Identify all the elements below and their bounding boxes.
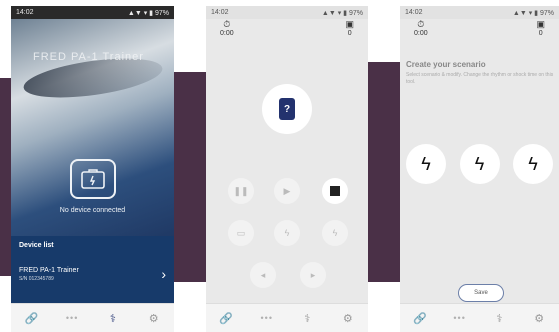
rhythm-button[interactable]: ϟ [322,220,348,246]
counter-value: 0 [538,30,543,37]
pad-button[interactable]: ▭ [228,220,254,246]
settings-icon[interactable]: ⚙ [145,310,163,326]
play-button[interactable]: ▶ [274,178,300,204]
status-time: 14:02 [405,9,423,16]
aed-unit-icon: ? [279,98,295,120]
timer: ⏱ 0:00 [220,19,234,51]
shock-counter: ▣ 0 [536,19,545,51]
shock-button[interactable]: ϟ [459,144,500,184]
status-icons: ▲▼ ▾ ▮ 97% [512,9,554,17]
timer-value: 0:00 [414,30,428,37]
status-bar: 14:02 ▲▼ ▾ ▮ 97% [11,6,174,19]
shock-button[interactable]: ϟ [406,144,446,184]
timer: ⏱ 0:00 [414,19,428,51]
shock-row: ϟ ϟ ϟ [406,144,553,184]
top-bar: ⏱ 0:00 ▣ 0 [400,19,559,51]
more-dots-icon[interactable]: ••• [63,310,81,326]
bottom-nav: 🔗 ••• ⚕ ⚙ [400,303,559,332]
status-time: 14:02 [211,9,229,16]
chevron-right-icon: › [161,266,166,282]
aed-device-icon [69,159,116,199]
more-dots-icon[interactable]: ••• [451,310,469,326]
bottom-nav: 🔗 ••• ⚕ ⚙ [11,303,174,332]
counter-value: 0 [347,30,352,37]
settings-icon[interactable]: ⚙ [530,310,548,326]
device-status: No device connected [11,159,174,214]
device-list-panel: Device list FRED PA-1 Trainer S/N 012345… [11,236,174,306]
device-serial: S/N 012345789 [19,275,54,282]
counter-icon: ▣ [536,19,545,29]
page-subtitle: Select scenario & modify. Change the rhy… [406,72,554,85]
stopwatch-icon: ⏱ [223,19,231,29]
settings-icon[interactable]: ⚙ [339,310,357,326]
stop-button[interactable] [322,178,348,204]
hero-image: FRED PA-1 Trainer No device connected [11,19,174,249]
device-button[interactable]: ? [262,84,312,134]
link-icon[interactable]: 🔗 [411,310,429,326]
page-title: Create your scenario [406,60,486,69]
stopwatch-icon: ⏱ [417,19,425,29]
status-bar: 14:02 ▲▼ ▾ ▮ 97% [206,6,368,19]
save-button[interactable]: Save [458,284,504,302]
status-time: 14:02 [16,9,34,16]
device-add-icon[interactable]: ⚕ [298,310,316,326]
background-band [366,62,402,282]
bottom-nav: 🔗 ••• ⚕ ⚙ [206,303,368,332]
counter-icon: ▣ [345,19,354,29]
phone-screen-scenario: 14:02 ▲▼ ▾ ▮ 97% ⏱ 0:00 ▣ 0 Create your … [400,6,559,332]
shock-button[interactable]: ϟ [274,220,300,246]
device-list-title: Device list [19,242,54,249]
timer-value: 0:00 [220,30,234,37]
status-bar: 14:02 ▲▼ ▾ ▮ 97% [400,6,559,19]
phone-screen-trainer: 14:02 ▲▼ ▾ ▮ 97% ⏱ 0:00 ▣ 0 ? ❚❚ ▶ ▭ ϟ ϟ… [206,6,368,332]
shock-counter: ▣ 0 [345,19,354,51]
link-icon[interactable]: 🔗 [22,310,40,326]
brand-logo: FRED PA-1 Trainer [33,51,144,63]
volume-down-button[interactable]: ◂ [250,262,276,288]
device-add-icon[interactable]: ⚕ [104,310,122,326]
device-list-item[interactable]: FRED PA-1 Trainer S/N 012345789 › [19,266,166,282]
pause-button[interactable]: ❚❚ [228,178,254,204]
status-icons: ▲▼ ▾ ▮ 97% [321,9,363,17]
no-device-label: No device connected [59,207,126,214]
phone-screen-home: 14:02 ▲▼ ▾ ▮ 97% FRED PA-1 Trainer No de… [11,6,174,332]
device-add-icon[interactable]: ⚕ [490,310,508,326]
device-name: FRED PA-1 Trainer [19,266,79,274]
top-bar: ⏱ 0:00 ▣ 0 [206,19,368,51]
stop-icon [330,186,340,196]
volume-up-button[interactable]: ▸ [300,262,326,288]
more-dots-icon[interactable]: ••• [258,310,276,326]
shock-button[interactable]: ϟ [513,144,553,184]
link-icon[interactable]: 🔗 [217,310,235,326]
status-icons: ▲▼ ▾ ▮ 97% [127,9,169,17]
